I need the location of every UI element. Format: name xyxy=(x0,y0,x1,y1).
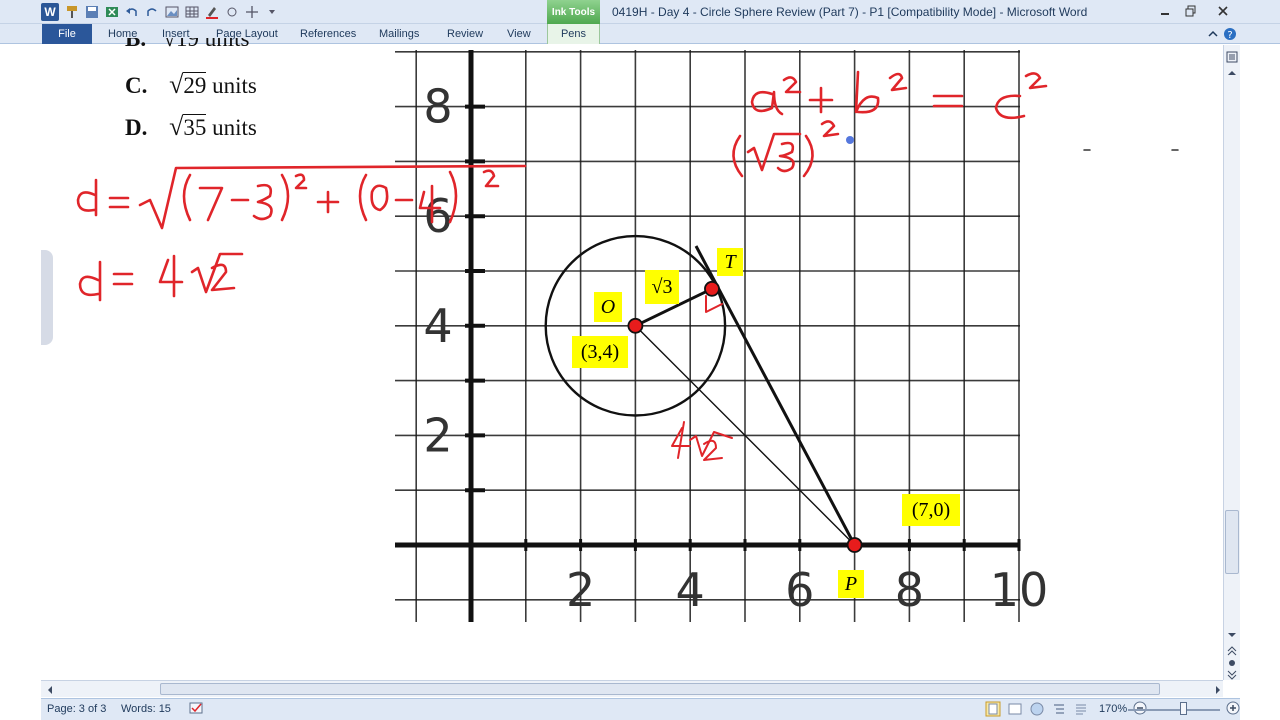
ink-substitution xyxy=(732,120,840,178)
zoom-slider-knob[interactable] xyxy=(1180,702,1187,715)
scroll-right-icon[interactable] xyxy=(1211,683,1225,697)
zoom-in-icon[interactable] xyxy=(1226,701,1240,718)
scroll-down-icon[interactable] xyxy=(1225,628,1239,642)
ink-pen-cursor xyxy=(846,136,854,144)
word-window: W Ink Tools 0419H - Day 4 - Circle Spher… xyxy=(0,0,1280,720)
scroll-left-icon[interactable] xyxy=(43,683,57,697)
ink-layer[interactable] xyxy=(0,0,1280,720)
vertical-scroll-thumb[interactable] xyxy=(1225,510,1239,574)
horizontal-scroll-thumb[interactable] xyxy=(160,683,1160,695)
ink-distance-formula xyxy=(76,164,527,230)
ruler-toggle-icon[interactable] xyxy=(1225,50,1239,64)
next-page-icon[interactable] xyxy=(1225,668,1239,682)
ink-distance-result xyxy=(78,252,244,302)
status-bar: Page: 3 of 3 Words: 15 170% xyxy=(41,698,1240,720)
full-screen-icon[interactable] xyxy=(1007,701,1023,720)
proofing-icon[interactable] xyxy=(189,701,205,720)
outline-icon[interactable] xyxy=(1051,701,1067,720)
scroll-up-icon[interactable] xyxy=(1225,66,1239,80)
zoom-slider-track[interactable] xyxy=(1128,709,1220,711)
zoom-level[interactable]: 170% xyxy=(1099,703,1127,715)
print-layout-icon[interactable] xyxy=(985,701,1001,720)
ink-right-angle xyxy=(705,295,723,313)
draft-icon[interactable] xyxy=(1073,701,1089,720)
word-count[interactable]: Words: 15 xyxy=(121,703,171,715)
vertical-scrollbar[interactable] xyxy=(1223,45,1240,680)
web-layout-icon[interactable] xyxy=(1029,701,1045,720)
ink-hypotenuse-label xyxy=(671,421,733,461)
ink-pythagorean xyxy=(750,70,1048,120)
page-count[interactable]: Page: 3 of 3 xyxy=(47,703,106,715)
right-frame xyxy=(1240,45,1280,720)
